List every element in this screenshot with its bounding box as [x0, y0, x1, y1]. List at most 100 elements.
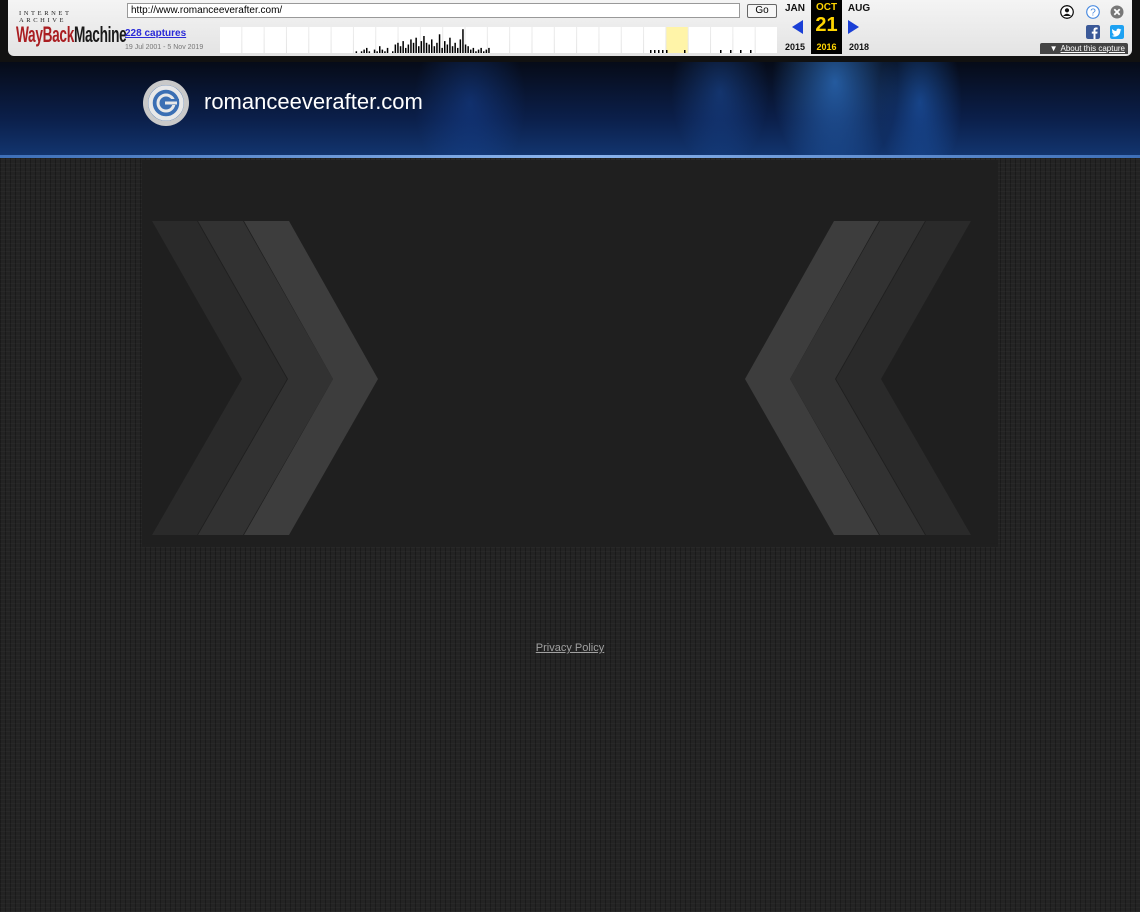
- svg-text:?: ?: [1090, 8, 1096, 19]
- hero-panel: [142, 160, 998, 547]
- capture-bar: [459, 39, 462, 53]
- wayback-url-input[interactable]: [127, 3, 740, 18]
- chevron-graphic: [152, 221, 971, 535]
- capture-bar: [428, 44, 430, 53]
- capture-bar: [662, 50, 664, 53]
- capture-bar: [441, 47, 443, 53]
- capture-bar: [405, 47, 407, 53]
- next-year-label[interactable]: 2018: [839, 42, 879, 52]
- year-column: [487, 27, 510, 53]
- capture-bar: [472, 47, 475, 53]
- capture-bar: [412, 42, 415, 53]
- capture-bar: [433, 46, 436, 53]
- capture-bar: [379, 46, 381, 53]
- capture-date-range: 19 Jul 2001 - 5 Nov 2019: [125, 44, 204, 51]
- wayback-toolbar-panel: INTERNET ARCHIVE WayBackMachine Go 228 c…: [8, 0, 1132, 56]
- go-button[interactable]: Go: [747, 4, 777, 18]
- year-column: [242, 27, 264, 53]
- year-column: [309, 27, 331, 53]
- capture-sparkline[interactable]: [220, 27, 778, 53]
- capture-bar: [446, 44, 449, 53]
- next-capture-arrow-icon[interactable]: [848, 20, 859, 34]
- capture-bar: [750, 50, 752, 53]
- prev-month-label[interactable]: JAN: [775, 3, 815, 14]
- capture-bar: [373, 49, 376, 53]
- capture-bar: [415, 37, 417, 53]
- capture-bar: [355, 51, 358, 53]
- site-logo-icon[interactable]: [142, 79, 190, 127]
- year-column: [688, 27, 711, 53]
- capture-bar: [730, 50, 732, 53]
- year-column: [532, 27, 554, 53]
- prev-capture-arrow-icon[interactable]: [792, 20, 803, 34]
- year-column: [220, 27, 242, 53]
- prev-year-label[interactable]: 2015: [775, 42, 815, 52]
- capture-bar: [451, 46, 454, 53]
- year-column: [510, 27, 532, 53]
- capture-bar: [457, 47, 459, 53]
- header-divider: [0, 155, 1140, 158]
- year-column: [599, 27, 621, 53]
- year-column: [577, 27, 599, 53]
- capture-bar: [366, 47, 368, 53]
- current-month-label: OCT: [815, 2, 838, 13]
- capture-bar: [407, 44, 410, 53]
- capture-bar: [720, 50, 722, 53]
- site-title[interactable]: romanceeverafter.com: [204, 89, 423, 115]
- twitter-icon[interactable]: [1110, 25, 1124, 39]
- year-column: [264, 27, 286, 53]
- captures-link[interactable]: 228 captures: [125, 28, 186, 39]
- year-column: [755, 27, 777, 53]
- capture-bar: [684, 50, 686, 53]
- capture-bar: [485, 49, 488, 53]
- capture-bar: [467, 46, 469, 53]
- capture-bar: [402, 41, 404, 53]
- capture-bar: [475, 51, 477, 53]
- year-column: [554, 27, 577, 53]
- next-month-label[interactable]: AUG: [839, 3, 879, 14]
- capture-bar: [654, 50, 656, 53]
- close-icon[interactable]: [1110, 5, 1124, 19]
- account-icon[interactable]: [1060, 5, 1074, 19]
- capture-bar: [740, 50, 742, 53]
- year-column: [733, 27, 755, 53]
- year-column: [353, 27, 376, 53]
- facebook-icon[interactable]: [1086, 25, 1100, 39]
- capture-bar: [397, 42, 399, 53]
- capture-bar: [449, 37, 451, 53]
- capture-bar: [444, 41, 446, 53]
- wayback-logo[interactable]: INTERNET ARCHIVE WayBackMachine: [16, 6, 127, 47]
- capture-bar: [436, 42, 438, 53]
- privacy-policy-link[interactable]: Privacy Policy: [0, 642, 1140, 654]
- caret-down-icon: ▼: [1049, 44, 1058, 53]
- capture-bar: [454, 42, 456, 53]
- capture-bar: [360, 51, 363, 53]
- capture-bar: [666, 50, 668, 53]
- help-icon[interactable]: ?: [1086, 5, 1100, 19]
- current-day-label: 21: [815, 14, 838, 36]
- wayback-toolbar: INTERNET ARCHIVE WayBackMachine Go 228 c…: [0, 0, 1140, 62]
- capture-bar: [394, 44, 397, 53]
- capture-bar: [399, 46, 402, 53]
- capture-bar: [650, 50, 652, 53]
- capture-bar: [423, 36, 425, 53]
- capture-bar: [376, 51, 378, 53]
- capture-bar: [425, 42, 428, 53]
- capture-bar: [483, 51, 485, 53]
- year-column: [666, 27, 688, 53]
- capture-bar: [462, 29, 464, 53]
- capture-bar: [381, 49, 384, 53]
- wayback-machine-wordmark: WayBackMachine: [16, 22, 127, 47]
- capture-bar: [420, 41, 423, 53]
- capture-bar: [480, 47, 482, 53]
- year-column: [711, 27, 733, 53]
- year-column: [644, 27, 666, 53]
- year-column: [621, 27, 644, 53]
- year-column: [443, 27, 465, 53]
- capture-bar: [438, 34, 441, 53]
- year-column: [331, 27, 353, 53]
- capture-bar: [363, 49, 365, 53]
- about-capture-link[interactable]: ▼ About this capture: [1040, 43, 1128, 54]
- capture-bar: [392, 51, 394, 53]
- capture-bar: [477, 49, 480, 53]
